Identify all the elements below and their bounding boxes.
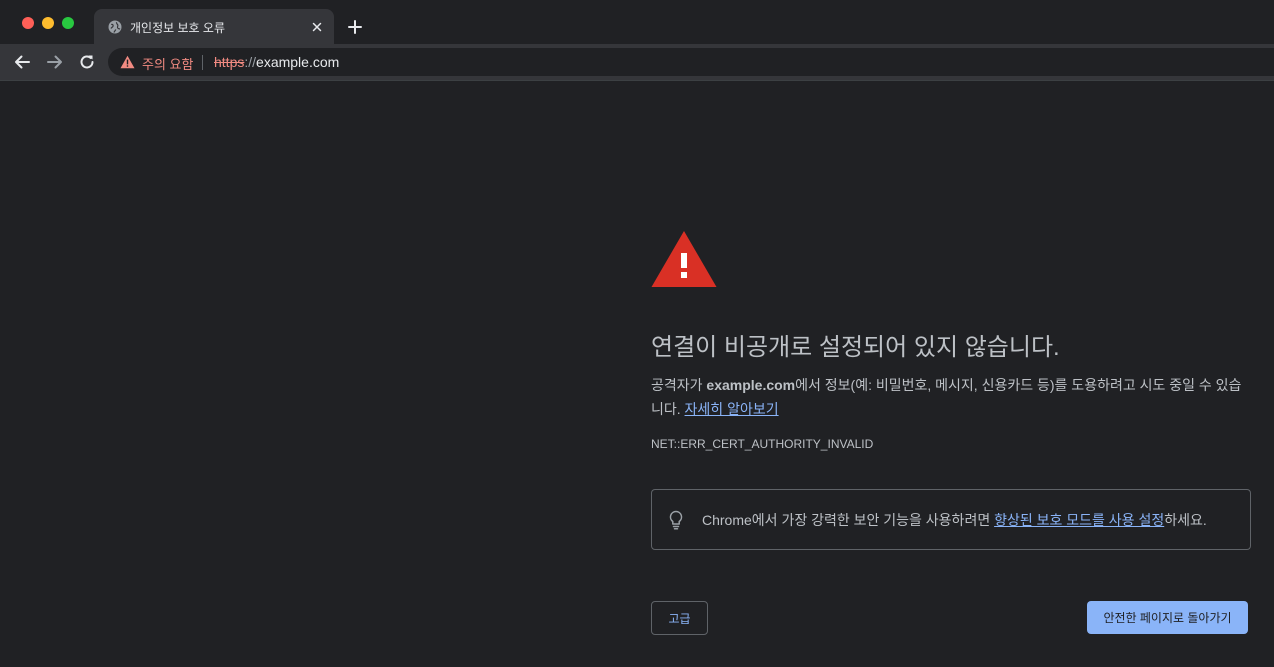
warning-triangle-icon bbox=[651, 231, 717, 287]
warning-icon[interactable] bbox=[120, 55, 135, 69]
tab-title: 개인정보 보호 오류 bbox=[130, 21, 225, 35]
enhanced-protection-promo: Chrome에서 가장 강력한 보안 기능을 사용하려면 향상된 보호 모드를 … bbox=[651, 489, 1251, 550]
url-text[interactable]: https://example.com bbox=[214, 54, 339, 70]
enhanced-protection-link[interactable]: 향상된 보호 모드를 사용 설정 bbox=[994, 512, 1164, 528]
tab-privacy-error[interactable]: 개인정보 보호 오류 bbox=[94, 9, 334, 44]
close-window-button[interactable] bbox=[22, 17, 34, 29]
back-to-safety-button[interactable]: 안전한 페이지로 돌아가기 bbox=[1087, 601, 1248, 634]
forward-button[interactable] bbox=[46, 53, 64, 71]
globe-icon bbox=[108, 20, 122, 34]
learn-more-link[interactable]: 자세히 알아보기 bbox=[685, 401, 779, 417]
address-bar[interactable]: 주의 요함 https://example.com bbox=[108, 48, 1274, 76]
zoom-window-button[interactable] bbox=[62, 17, 74, 29]
enhanced-protection-text: Chrome에서 가장 강력한 보안 기능을 사용하려면 향상된 보호 모드를 … bbox=[702, 510, 1207, 530]
explanation-prefix: 공격자가 bbox=[651, 377, 707, 393]
url-scheme: https bbox=[214, 54, 245, 70]
toolbar: 주의 요함 https://example.com bbox=[0, 44, 1274, 80]
url-separator: :// bbox=[244, 54, 257, 70]
new-tab-button[interactable] bbox=[346, 18, 364, 36]
tab-strip: 개인정보 보호 오류 bbox=[0, 0, 1274, 44]
minimize-window-button[interactable] bbox=[42, 17, 54, 29]
interstitial-page: 연결이 비공개로 설정되어 있지 않습니다. 공격자가 example.com에… bbox=[0, 81, 1274, 667]
explanation-text: 공격자가 example.com에서 정보(예: 비밀번호, 메시지, 신용카드… bbox=[651, 373, 1251, 421]
address-divider bbox=[202, 55, 203, 70]
lightbulb-icon bbox=[669, 510, 683, 530]
enhanced-suffix: 하세요. bbox=[1164, 512, 1207, 528]
error-code: NET::ERR_CERT_AUTHORITY_INVALID bbox=[651, 437, 874, 451]
advanced-button[interactable]: 고급 bbox=[651, 601, 708, 635]
page-title: 연결이 비공개로 설정되어 있지 않습니다. bbox=[651, 334, 1060, 361]
security-chip-label[interactable]: 주의 요함 bbox=[142, 54, 193, 73]
explanation-host: example.com bbox=[706, 377, 796, 393]
reload-button[interactable] bbox=[78, 53, 96, 71]
enhanced-prefix: Chrome에서 가장 강력한 보안 기능을 사용하려면 bbox=[702, 512, 995, 528]
close-icon[interactable] bbox=[310, 20, 324, 34]
back-button[interactable] bbox=[13, 53, 31, 71]
url-host: example.com bbox=[256, 54, 340, 70]
